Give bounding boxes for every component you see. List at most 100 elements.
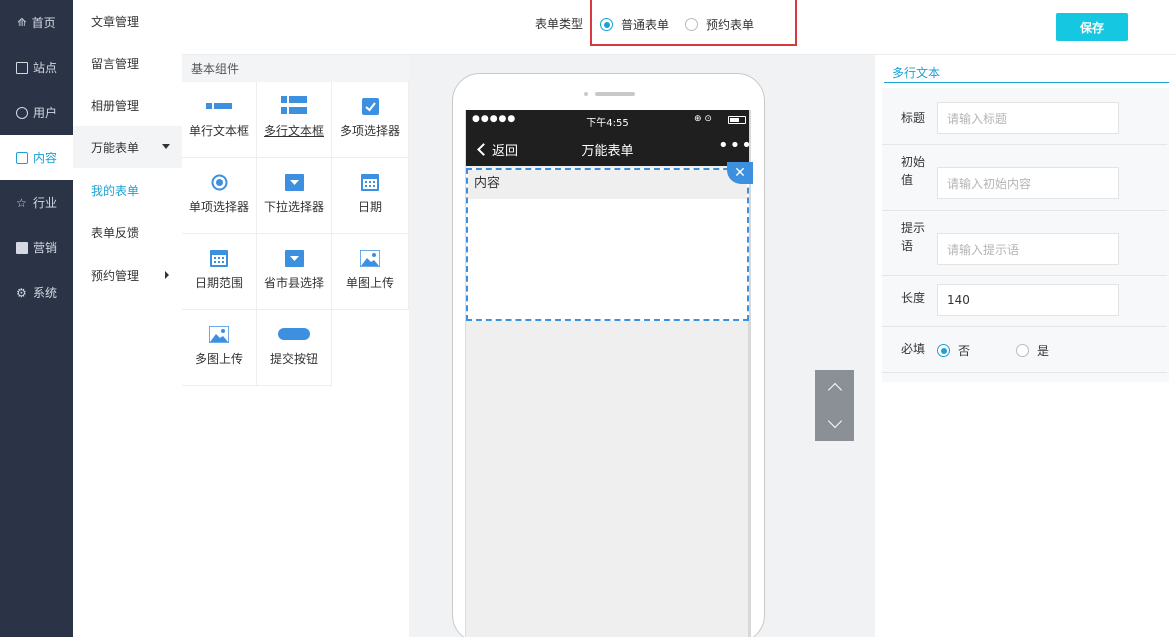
- checkbox-icon: [361, 96, 379, 116]
- component-label: 多项选择器: [339, 124, 400, 138]
- phone-page-title: 万能表单: [581, 144, 634, 159]
- radio-dot: [1016, 344, 1029, 357]
- sub-item-my-forms[interactable]: 我的表单: [73, 169, 182, 211]
- caret-down-icon: [162, 144, 170, 149]
- chevron-up-icon: [827, 382, 842, 398]
- required-no-radio[interactable]: 否: [937, 342, 970, 359]
- images-icon: [209, 324, 229, 344]
- status-icons: ⊕ ⊙: [694, 114, 712, 124]
- component-label: 省市县选择: [263, 276, 324, 290]
- required-label: 必填: [901, 342, 926, 356]
- multi-line-icon: [281, 96, 307, 116]
- nav-item-system[interactable]: ⚙ 系统: [0, 270, 73, 315]
- nav-item-industry[interactable]: ☆ 行业: [0, 180, 73, 225]
- form-type-booking-radio[interactable]: 预约表单: [685, 16, 754, 33]
- radio-icon: [211, 172, 228, 192]
- prop-row-length: 长度 140: [882, 276, 1167, 327]
- component-date-range[interactable]: 日期范围: [182, 234, 257, 310]
- nav-item-label: 首页: [31, 16, 56, 30]
- more-icon[interactable]: •••: [718, 135, 753, 156]
- sub-item-label: 万能表单: [91, 140, 140, 155]
- calendar-icon: [361, 172, 379, 192]
- initial-value-label: 初始值: [901, 155, 926, 187]
- component-single-image[interactable]: 单图上传: [332, 234, 409, 310]
- preview-canvas: ●●●●● 下午4:55 ⊕ ⊙ 返回 万能表单 ••• 内容 ✕: [409, 55, 875, 637]
- component-dropdown[interactable]: 下拉选择器: [257, 158, 332, 234]
- submit-button-icon: [278, 324, 310, 344]
- component-single-line[interactable]: 单行文本框: [182, 82, 257, 158]
- gear-icon: ⚙: [15, 285, 27, 300]
- component-submit-button[interactable]: 提交按钮: [257, 310, 332, 386]
- battery-icon: [728, 116, 746, 124]
- prop-row-title: 标题 请输入标题: [882, 88, 1167, 145]
- phone-frame: ●●●●● 下午4:55 ⊕ ⊙ 返回 万能表单 ••• 内容 ✕: [452, 73, 765, 637]
- radio-label: 否: [958, 344, 971, 358]
- nav-item-label: 站点: [32, 61, 57, 75]
- component-radio[interactable]: 单项选择器: [182, 158, 257, 234]
- sub-item-universal-form[interactable]: 万能表单: [73, 126, 182, 168]
- component-multi-line[interactable]: 多行文本框: [257, 82, 332, 158]
- component-label: 多图上传: [194, 352, 243, 366]
- component-label: 日期范围: [194, 276, 243, 290]
- sub-menu: 文章管理 留言管理 相册管理 万能表单 我的表单 表单反馈 预约管理: [73, 0, 182, 637]
- component-panel: 基本组件 单行文本框 多行文本框 多项选择器 单项选择器 下拉选择器 日期 日期…: [182, 55, 409, 637]
- component-label: 日期: [357, 200, 382, 214]
- sub-item-label: 我的表单: [91, 183, 140, 198]
- nav-item-label: 内容: [32, 151, 57, 165]
- move-up-button[interactable]: [815, 370, 854, 405]
- phone-camera: [584, 92, 588, 96]
- field-label: 内容: [468, 170, 747, 199]
- calendar-range-icon: [210, 248, 228, 268]
- component-multi-image[interactable]: 多图上传: [182, 310, 257, 386]
- save-button[interactable]: 保存: [1056, 13, 1128, 41]
- phone-speaker: [595, 92, 635, 96]
- status-bar: ●●●●● 下午4:55 ⊕ ⊙: [466, 110, 749, 130]
- property-tab[interactable]: 多行文本: [884, 55, 1169, 83]
- nav-item-marketing[interactable]: 营销: [0, 225, 73, 270]
- monitor-icon: [15, 61, 28, 74]
- length-label: 长度: [901, 291, 926, 305]
- shop-icon: [15, 241, 28, 254]
- sub-item-articles[interactable]: 文章管理: [73, 0, 182, 42]
- sub-item-albums[interactable]: 相册管理: [73, 84, 182, 126]
- title-input[interactable]: 请输入标题: [937, 102, 1119, 134]
- sub-item-label: 预约管理: [91, 268, 140, 283]
- nav-item-label: 营销: [32, 241, 57, 255]
- form-type-normal-radio[interactable]: 普通表单: [600, 16, 669, 33]
- image-icon: [360, 248, 380, 268]
- chevron-down-icon: [827, 413, 842, 429]
- move-down-button[interactable]: [815, 406, 854, 441]
- sub-item-label: 表单反馈: [91, 225, 140, 240]
- region-dropdown-icon: [284, 248, 304, 268]
- length-input[interactable]: 140: [937, 284, 1119, 316]
- sub-item-messages[interactable]: 留言管理: [73, 42, 182, 84]
- required-yes-radio[interactable]: 是: [1016, 342, 1049, 359]
- hint-label: 提示语: [901, 221, 926, 253]
- nav-item-content[interactable]: 内容: [0, 135, 73, 180]
- sub-item-form-feedback[interactable]: 表单反馈: [73, 211, 182, 253]
- nav-item-user[interactable]: 用户: [0, 90, 73, 135]
- radio-dot: [685, 18, 698, 31]
- sub-item-booking[interactable]: 预约管理: [73, 254, 182, 296]
- component-panel-header: 基本组件: [182, 55, 409, 82]
- sub-item-label: 文章管理: [91, 14, 140, 29]
- component-multi-select[interactable]: 多项选择器: [332, 82, 409, 158]
- component-label: 下拉选择器: [263, 200, 324, 214]
- component-label: 多行文本框: [263, 124, 324, 138]
- selected-field-block[interactable]: 内容 ✕: [466, 162, 753, 321]
- prop-row-initial: 初始值 请输入初始内容: [882, 145, 1167, 211]
- initial-value-input[interactable]: 请输入初始内容: [937, 167, 1119, 199]
- property-panel: 多行文本 标题 请输入标题 初始值 请输入初始内容 提示语 请输入提示语 长度 …: [875, 55, 1176, 637]
- hint-input[interactable]: 请输入提示语: [937, 233, 1119, 265]
- component-date[interactable]: 日期: [332, 158, 409, 234]
- nav-item-home[interactable]: ⟰ 首页: [0, 0, 73, 45]
- radio-label: 预约表单: [706, 18, 755, 32]
- dropdown-icon: [284, 172, 304, 192]
- phone-screen: ●●●●● 下午4:55 ⊕ ⊙ 返回 万能表单 ••• 内容 ✕: [465, 110, 753, 637]
- component-label: 单项选择器: [188, 200, 249, 214]
- title-label: 标题: [901, 111, 926, 125]
- nav-item-label: 系统: [32, 286, 57, 300]
- nav-item-site[interactable]: 站点: [0, 45, 73, 90]
- star-icon: ☆: [15, 195, 27, 210]
- component-region-select[interactable]: 省市县选择: [257, 234, 332, 310]
